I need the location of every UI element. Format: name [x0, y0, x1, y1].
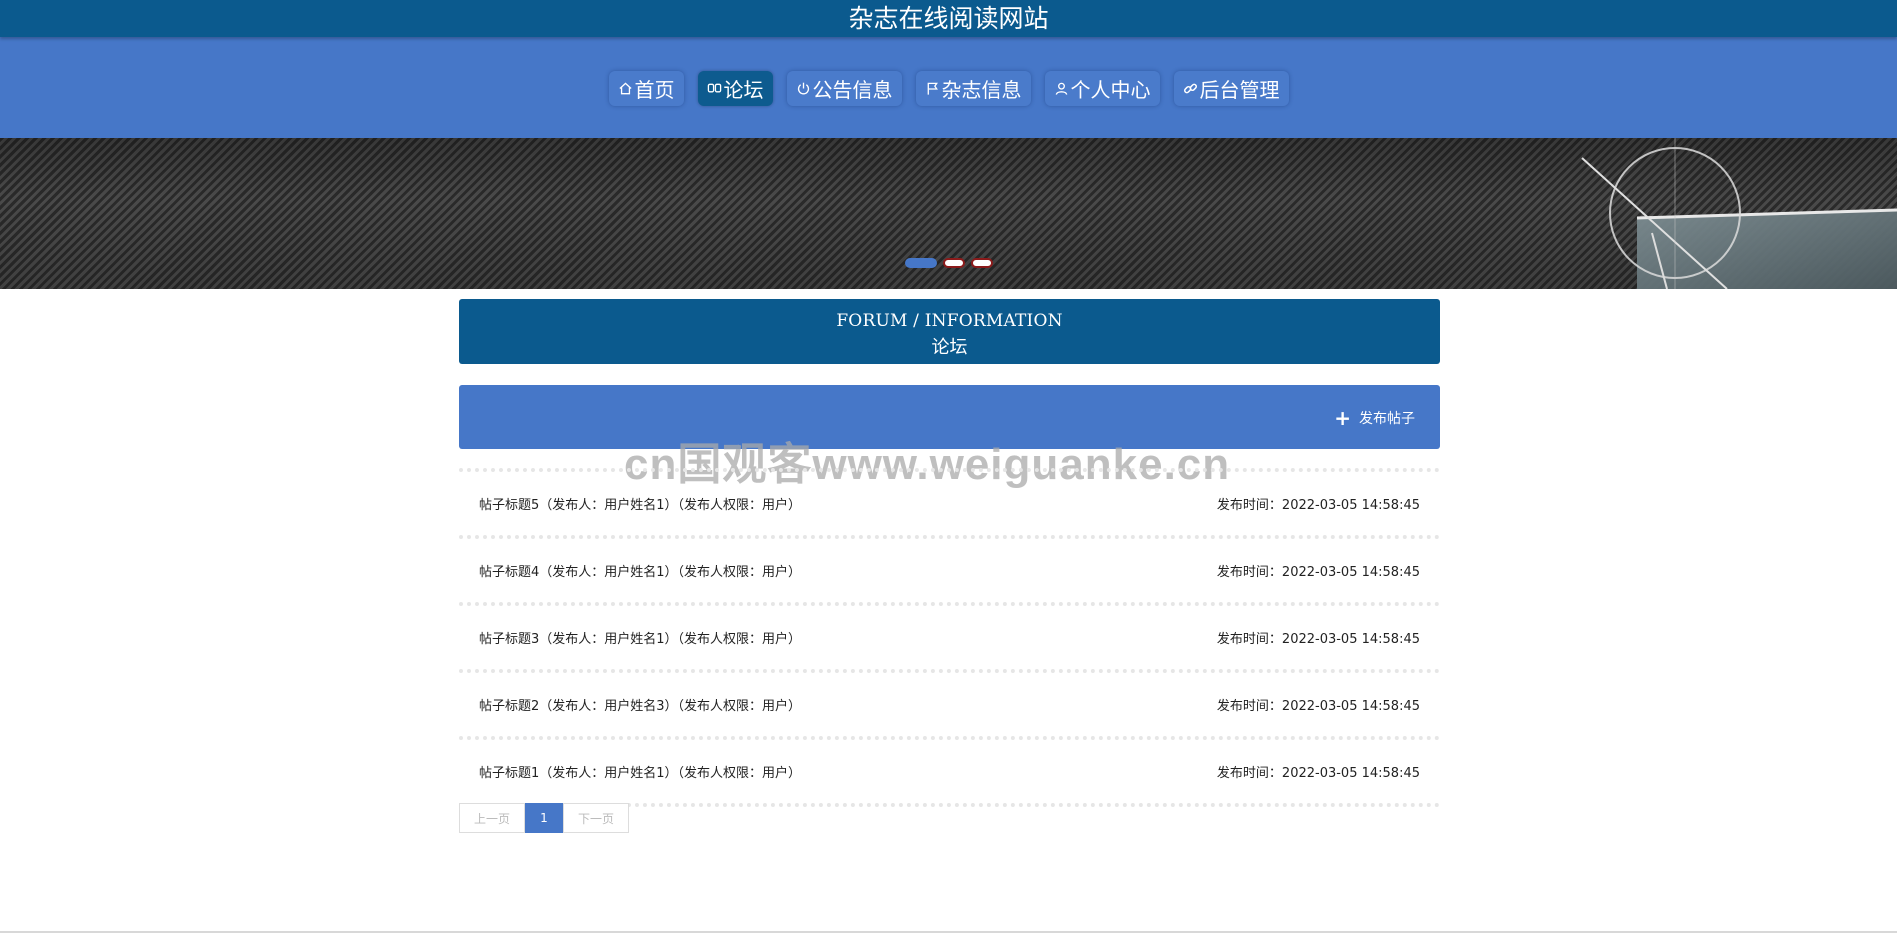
main-nav: 首页 论坛 公告信息 杂志信息 个人中心 后台管理 [0, 71, 1897, 106]
nav-item-label: 首页 [634, 78, 675, 102]
section-header: FORUM / INFORMATION 论坛 [459, 299, 1440, 364]
post-title[interactable]: 帖子标题5（发布人：用户姓名1）（发布人权限：用户） [479, 494, 801, 513]
post-row[interactable]: 帖子标题2（发布人：用户姓名3）（发布人权限：用户） 发布时间：2022-03-… [459, 673, 1440, 740]
home-icon [618, 81, 633, 96]
nav-item-admin[interactable]: 后台管理 [1173, 71, 1289, 106]
link-icon [1183, 81, 1198, 96]
nav-item-profile[interactable]: 个人中心 [1044, 71, 1160, 106]
nav-item-home[interactable]: 首页 [608, 71, 684, 106]
post-time: 发布时间：2022-03-05 14:58:45 [1216, 632, 1420, 647]
post-time: 发布时间：2022-03-05 14:58:45 [1216, 565, 1420, 580]
pagination: 上一页 1 下一页 [459, 803, 629, 833]
section-title-en: FORUM / INFORMATION [836, 311, 1063, 331]
publish-post-button[interactable]: + 发布帖子 [1334, 408, 1415, 428]
nav-item-label: 公告信息 [812, 78, 893, 102]
post-title[interactable]: 帖子标题3（发布人：用户姓名1）（发布人权限：用户） [479, 628, 801, 647]
post-row[interactable]: 帖子标题5（发布人：用户姓名1）（发布人权限：用户） 发布时间：2022-03-… [459, 472, 1440, 539]
banner-decoration [1297, 138, 1897, 289]
prev-page-button[interactable]: 上一页 [459, 803, 525, 833]
nav-item-label: 论坛 [723, 78, 764, 102]
post-time: 发布时间：2022-03-05 14:58:45 [1216, 766, 1420, 781]
carousel-dot-3[interactable] [971, 258, 993, 268]
chat-icon [707, 81, 722, 96]
power-icon [796, 81, 811, 96]
post-row[interactable]: 帖子标题1（发布人：用户姓名1）（发布人权限：用户） 发布时间：2022-03-… [459, 740, 1440, 807]
nav-item-magazines[interactable]: 杂志信息 [915, 71, 1031, 106]
carousel-indicators [905, 258, 993, 268]
post-row[interactable]: 帖子标题3（发布人：用户姓名1）（发布人权限：用户） 发布时间：2022-03-… [459, 606, 1440, 673]
plus-icon: + [1334, 406, 1351, 430]
nav-item-forum[interactable]: 论坛 [697, 71, 773, 106]
carousel-dot-1[interactable] [905, 258, 937, 268]
post-list: 帖子标题5（发布人：用户姓名1）（发布人权限：用户） 发布时间：2022-03-… [459, 468, 1440, 807]
page-bottom-divider [0, 931, 1897, 933]
post-time: 发布时间：2022-03-05 14:58:45 [1216, 699, 1420, 714]
next-page-button[interactable]: 下一页 [563, 803, 629, 833]
section-title-cn: 论坛 [931, 337, 968, 358]
nav-item-label: 个人中心 [1070, 78, 1151, 102]
site-title: 杂志在线阅读网站 [848, 4, 1049, 33]
site-title-bar: 杂志在线阅读网站 [0, 0, 1897, 37]
flag-icon [925, 81, 940, 96]
nav-item-label: 后台管理 [1199, 78, 1280, 102]
post-time: 发布时间：2022-03-05 14:58:45 [1216, 498, 1420, 513]
post-title[interactable]: 帖子标题2（发布人：用户姓名3）（发布人权限：用户） [479, 695, 801, 714]
post-title[interactable]: 帖子标题4（发布人：用户姓名1）（发布人权限：用户） [479, 561, 801, 580]
publish-post-label: 发布帖子 [1359, 411, 1415, 427]
post-row[interactable]: 帖子标题4（发布人：用户姓名1）（发布人权限：用户） 发布时间：2022-03-… [459, 539, 1440, 606]
post-title[interactable]: 帖子标题1（发布人：用户姓名1）（发布人权限：用户） [479, 762, 801, 781]
user-icon [1054, 81, 1069, 96]
nav-item-announcements[interactable]: 公告信息 [786, 71, 902, 106]
page-number-button[interactable]: 1 [525, 803, 563, 833]
nav-item-label: 杂志信息 [941, 78, 1022, 102]
carousel-dot-2[interactable] [943, 258, 965, 268]
